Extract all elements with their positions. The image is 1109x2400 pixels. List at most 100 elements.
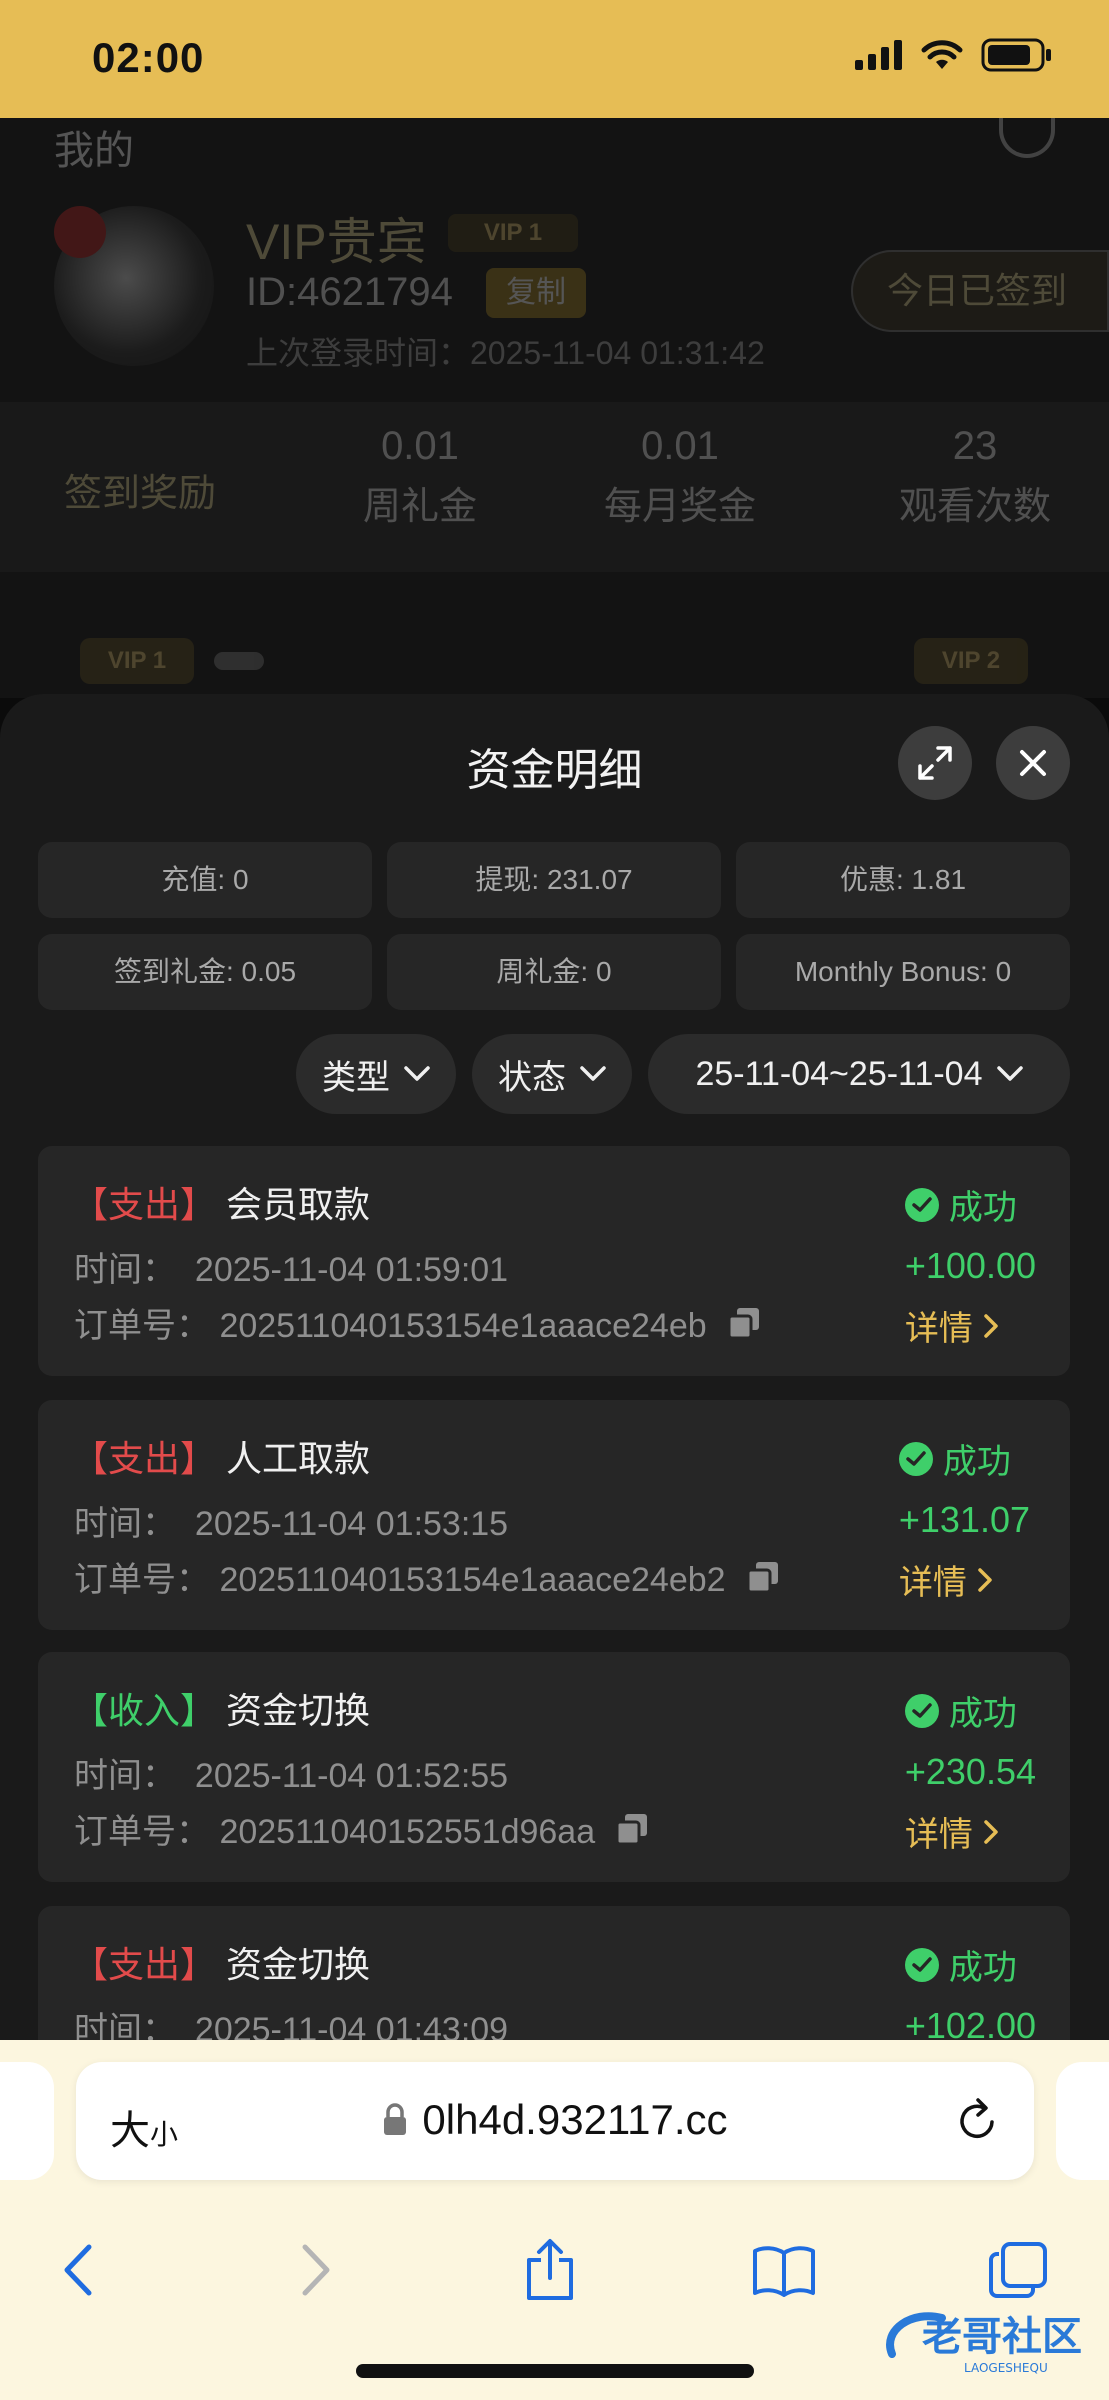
forward-button[interactable] — [256, 2210, 376, 2330]
record-order: 订单号： 202511040153154e1aaace24eb — [74, 1298, 761, 1347]
record-order: 订单号： 202511040152551d96aa — [74, 1804, 649, 1853]
record-amount: +100.00 — [904, 1245, 1036, 1286]
chevron-right-icon — [978, 1567, 992, 1592]
next-tab-preview[interactable] — [1056, 2062, 1109, 2180]
user-name: VIP贵宾 — [246, 214, 427, 270]
status-time: 02:00 — [92, 34, 205, 81]
record-status: 成功 — [904, 1686, 1036, 1735]
record-detail-link[interactable]: 详情 — [899, 1555, 1030, 1604]
vip-to-badge: VIP 2 — [914, 638, 1028, 684]
record-tag: 【支出】 — [72, 1944, 217, 1985]
record-title: 【支出】 会员取款 — [72, 1184, 371, 1225]
expand-button[interactable] — [898, 726, 972, 800]
bookmarks-button[interactable] — [724, 2210, 844, 2330]
url-display[interactable]: 0lh4d.932117.cc — [76, 2096, 1034, 2144]
chevron-down-icon — [404, 1066, 430, 1081]
reload-icon[interactable] — [954, 2096, 1000, 2144]
check-circle-icon — [898, 1441, 933, 1476]
record-tag: 【支出】 — [72, 1184, 217, 1225]
previous-tab-preview[interactable] — [0, 2062, 54, 2180]
fund-details-sheet: 资金明细 充值: 0 提现: 231.07 优惠: 1.81 签到礼金: 0.0… — [0, 694, 1109, 2040]
record-status-block: 成功 +230.54 详情 — [904, 1686, 1036, 1856]
lock-icon — [384, 2103, 407, 2135]
summary-grid: 充值: 0 提现: 231.07 优惠: 1.81 签到礼金: 0.05 周礼金… — [38, 842, 1070, 1010]
record-tag: 【支出】 — [72, 1438, 217, 1479]
record-status-block: 成功 +131.07 详情 — [898, 1434, 1030, 1604]
record-status-block: 成功 +102.00 — [904, 1940, 1036, 2040]
check-circle-icon — [904, 1947, 939, 1982]
record-time: 时间： 2025-11-04 01:53:15 — [74, 1505, 509, 1543]
summary-monthly-bonus: Monthly Bonus: 0 — [736, 934, 1070, 1010]
settings-icon — [999, 118, 1055, 158]
summary-weekly-gift: 周礼金: 0 — [387, 934, 721, 1010]
record-title: 【支出】 人工取款 — [72, 1438, 371, 1479]
wifi-icon — [921, 40, 963, 69]
vip-progress: VIP 1 VIP 2 — [80, 638, 1030, 688]
stat-weekly: 0.01 周礼金 — [362, 424, 477, 528]
expand-icon — [918, 746, 952, 780]
chevron-right-icon — [302, 2244, 330, 2296]
copy-icon[interactable] — [746, 1560, 780, 1594]
record-time: 时间： 2025-11-04 01:43:09 — [74, 2011, 509, 2040]
address-bar[interactable]: 大小 0lh4d.932117.cc — [76, 2062, 1034, 2180]
vip-badge: VIP 1 — [448, 214, 578, 252]
close-button[interactable] — [996, 726, 1070, 800]
record-card[interactable]: 【支出】 人工取款 时间： 2025-11-04 01:53:15 订单号： 2… — [38, 1400, 1070, 1630]
copy-icon[interactable] — [615, 1812, 649, 1846]
home-indicator — [356, 2364, 754, 2378]
status-icons — [855, 38, 1053, 72]
chevron-right-icon — [984, 1313, 998, 1338]
share-icon — [527, 2239, 573, 2300]
chevron-right-icon — [984, 1819, 998, 1844]
stat-views: 23 观看次数 — [898, 424, 1051, 528]
summary-withdraw: 提现: 231.07 — [387, 842, 721, 918]
copy-id-button: 复制 — [486, 268, 586, 318]
record-card[interactable]: 【收入】 资金切换 时间： 2025-11-04 01:52:55 订单号： 2… — [38, 1652, 1070, 1882]
stat-monthly: 0.01 每月奖金 — [603, 424, 756, 528]
page-title: 我的 — [54, 129, 134, 173]
type-filter[interactable]: 类型 — [296, 1034, 456, 1114]
date-range-filter[interactable]: 25-11-04~25-11-04 — [648, 1034, 1070, 1114]
record-order: 订单号： 202511040153154e1aaace24eb2 — [74, 1552, 780, 1601]
date-range-label: 25-11-04~25-11-04 — [695, 1054, 983, 1093]
chevron-down-icon — [996, 1066, 1023, 1081]
record-tag: 【收入】 — [72, 1690, 217, 1731]
record-status: 成功 — [904, 1180, 1036, 1229]
vip-progress-bar — [214, 652, 264, 670]
summary-sign-gift: 签到礼金: 0.05 — [38, 934, 372, 1010]
record-detail-link[interactable]: 详情 — [905, 1807, 1036, 1856]
record-status-block: 成功 +100.00 详情 — [904, 1180, 1036, 1350]
summary-bonus: 优惠: 1.81 — [736, 842, 1070, 918]
book-icon — [753, 2246, 815, 2297]
url-text: 0lh4d.932117.cc — [422, 2096, 728, 2143]
record-time: 时间： 2025-11-04 01:59:01 — [74, 1251, 509, 1289]
type-filter-label: 类型 — [322, 1058, 390, 1097]
chevron-down-icon — [580, 1066, 606, 1081]
cellular-signal-icon — [855, 40, 902, 70]
record-status: 成功 — [904, 1940, 1036, 1989]
record-title: 【支出】 资金切换 — [72, 1944, 371, 1985]
share-button[interactable] — [490, 2210, 610, 2330]
copy-icon[interactable] — [727, 1306, 761, 1340]
summary-deposit: 充值: 0 — [38, 842, 372, 918]
record-amount: +102.00 — [904, 2005, 1036, 2040]
user-id: ID:4621794 — [246, 270, 453, 314]
record-card[interactable]: 【支出】 会员取款 时间： 2025-11-04 01:59:01 订单号： 2… — [38, 1146, 1070, 1376]
sign-in-button: 今日已签到 — [851, 250, 1109, 332]
chevron-left-icon — [64, 2244, 92, 2296]
reward-strip: 签到奖励 0.01 周礼金 0.01 每月奖金 23 观看次数 — [0, 402, 1109, 572]
status-bar: 02:00 — [0, 0, 1109, 118]
record-card[interactable]: 【支出】 资金切换 时间： 2025-11-04 01:43:09 成功 +10… — [38, 1906, 1070, 2040]
status-filter-label: 状态 — [498, 1058, 566, 1097]
close-icon — [1020, 750, 1046, 776]
background-page: 我的 VIP贵宾 VIP 1 ID:4621794 复制 上次登录时间：2025… — [0, 118, 1109, 698]
watermark-logo: 老哥社区 LAOGESHEQU — [886, 2312, 1082, 2375]
record-amount: +230.54 — [904, 1751, 1036, 1792]
record-detail-link[interactable]: 详情 — [905, 1301, 1036, 1350]
status-filter[interactable]: 状态 — [472, 1034, 632, 1114]
check-circle-icon — [904, 1693, 939, 1728]
svg-text:老哥社区: 老哥社区 — [922, 2314, 1082, 2360]
check-circle-icon — [904, 1187, 939, 1222]
record-title: 【收入】 资金切换 — [72, 1690, 371, 1731]
back-button[interactable] — [18, 2210, 138, 2330]
